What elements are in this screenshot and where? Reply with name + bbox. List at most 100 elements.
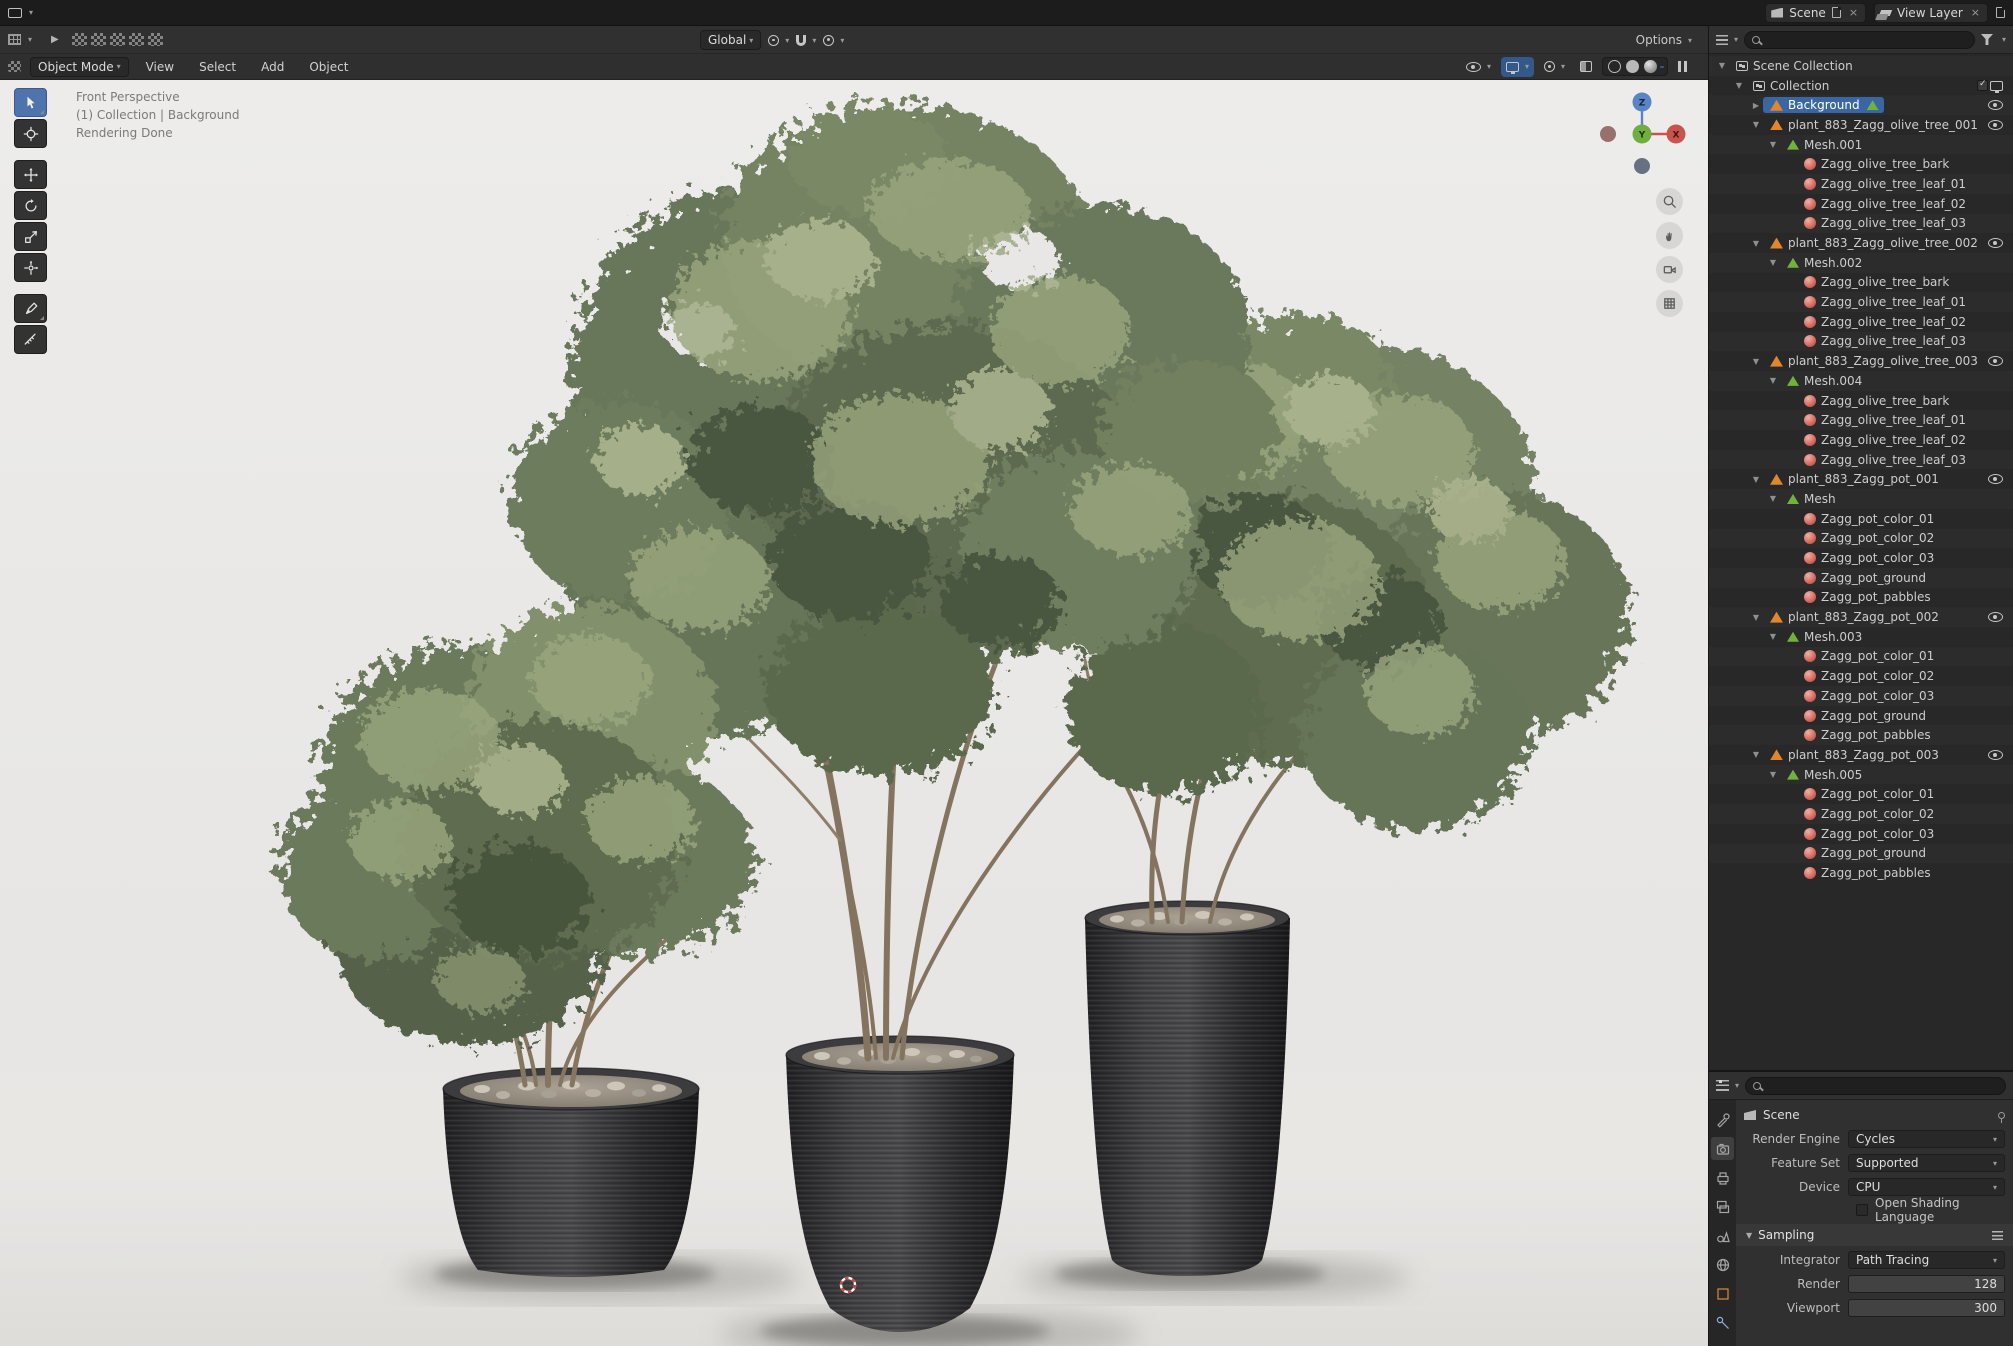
outliner-row[interactable]: Zagg_olive_tree_leaf_01 <box>1709 292 2013 312</box>
outliner-item[interactable]: Zagg_pot_pabbles <box>1797 727 1936 743</box>
outliner-item[interactable]: Zagg_pot_color_03 <box>1797 550 1939 566</box>
outliner-item[interactable]: Background <box>1763 97 1884 114</box>
feature-set-dropdown[interactable]: Supported ▾ <box>1848 1154 2005 1172</box>
outliner-item[interactable]: Zagg_pot_ground <box>1797 845 1931 861</box>
outliner-item[interactable]: Mesh.001 <box>1780 137 1867 153</box>
outliner-item[interactable]: Zagg_olive_tree_leaf_01 <box>1797 294 1971 310</box>
outliner-item[interactable]: Zagg_olive_tree_bark <box>1797 156 1954 172</box>
disclosure-right-icon[interactable]: ▶ <box>1749 101 1763 110</box>
eye-icon[interactable] <box>1988 119 2003 130</box>
tab-world[interactable] <box>1711 1253 1734 1276</box>
xray-toggle[interactable] <box>1575 57 1597 77</box>
outliner-item[interactable]: plant_883_Zagg_olive_tree_001 <box>1763 117 1983 133</box>
outliner-row[interactable]: Zagg_pot_color_02 <box>1709 666 2013 686</box>
disclosure-down-icon[interactable]: ▼ <box>1749 475 1763 484</box>
sampling-section-header[interactable]: ▼ Sampling <box>1736 1224 2013 1246</box>
outliner-row[interactable]: ▼ Mesh.002 <box>1709 253 2013 273</box>
outliner-item[interactable]: Zagg_pot_color_01 <box>1797 648 1939 664</box>
outliner-row[interactable]: Zagg_pot_color_02 <box>1709 804 2013 824</box>
eye-icon[interactable] <box>1988 356 2003 367</box>
outliner-row[interactable]: Zagg_olive_tree_leaf_02 <box>1709 194 2013 214</box>
render-engine-dropdown[interactable]: Cycles ▾ <box>1848 1130 2005 1148</box>
editor-type-menu[interactable]: ▾ <box>8 34 32 45</box>
outliner-row[interactable]: Zagg_olive_tree_leaf_01 <box>1709 410 2013 430</box>
tab-view-layer[interactable] <box>1711 1195 1734 1218</box>
eye-icon[interactable] <box>1988 238 2003 249</box>
outliner-item[interactable]: Zagg_pot_pabbles <box>1797 865 1936 881</box>
display-toggle-icon[interactable] <box>128 33 144 46</box>
unlink-scene-icon[interactable]: × <box>1847 6 1860 19</box>
properties-editor-menu[interactable]: ▾ <box>1716 1080 1739 1091</box>
disclosure-down-icon[interactable]: ▼ <box>1749 357 1763 366</box>
new-scene-icon[interactable] <box>1831 7 1841 18</box>
outliner-row[interactable]: ▼ plant_883_Zagg_olive_tree_001 <box>1709 115 2013 135</box>
outliner-row[interactable]: Zagg_pot_pabbles <box>1709 725 2013 745</box>
outliner-item[interactable]: Mesh <box>1780 491 1841 507</box>
outliner-item[interactable]: Zagg_olive_tree_leaf_03 <box>1797 452 1971 468</box>
disclosure-down-icon[interactable]: ▼ <box>1766 258 1780 267</box>
outliner-row[interactable]: Zagg_pot_color_01 <box>1709 784 2013 804</box>
tab-scene[interactable] <box>1711 1224 1734 1247</box>
disclosure-down-icon[interactable]: ▼ <box>1749 120 1763 129</box>
annotate-tool[interactable] <box>14 294 47 323</box>
outliner-row[interactable]: Zagg_olive_tree_leaf_02 <box>1709 312 2013 332</box>
menu-add[interactable]: Add <box>253 58 292 76</box>
outliner-row[interactable]: ▼ plant_883_Zagg_pot_003 <box>1709 745 2013 765</box>
outliner-item[interactable]: Zagg_pot_pabbles <box>1797 589 1936 605</box>
shading-wireframe-button[interactable] <box>1608 60 1621 73</box>
outliner-row[interactable]: ▼ plant_883_Zagg_pot_001 <box>1709 469 2013 489</box>
outliner-item[interactable]: Zagg_pot_ground <box>1797 708 1931 724</box>
outliner-row[interactable]: ▶ Background <box>1709 95 2013 115</box>
outliner-row[interactable]: ▼ plant_883_Zagg_olive_tree_002 <box>1709 233 2013 253</box>
proportional-editing-icon[interactable] <box>823 34 835 46</box>
mode-dropdown[interactable]: Object Mode ▾ <box>30 56 129 77</box>
pause-render-button[interactable] <box>1673 57 1692 77</box>
measure-tool[interactable] <box>14 325 47 354</box>
outliner-row[interactable]: Zagg_pot_color_03 <box>1709 686 2013 706</box>
move-tool[interactable] <box>14 160 47 189</box>
scene-selector[interactable]: Scene × <box>1765 2 1867 23</box>
outliner-item[interactable]: Zagg_pot_color_02 <box>1797 668 1939 684</box>
check-icon[interactable] <box>1977 79 1988 92</box>
shading-material-button[interactable] <box>1644 60 1657 73</box>
header-play-icon[interactable]: ▶ <box>51 34 59 45</box>
outliner-row[interactable]: ▼ Scene Collection <box>1709 56 2013 76</box>
menu-select[interactable]: Select <box>191 58 244 76</box>
tab-object[interactable] <box>1711 1282 1734 1305</box>
outliner-row[interactable]: Zagg_pot_pabbles <box>1709 588 2013 608</box>
outliner-editor-menu[interactable]: ▾ <box>1716 34 1738 45</box>
show-gizmo-dropdown[interactable]: ▾ <box>1461 57 1496 77</box>
outliner-row[interactable]: Zagg_pot_ground <box>1709 844 2013 864</box>
disclosure-down-icon[interactable]: ▼ <box>1766 494 1780 503</box>
outliner-row[interactable]: Zagg_pot_pabbles <box>1709 863 2013 883</box>
display-toggle-icon[interactable] <box>90 33 106 46</box>
outliner-item[interactable]: Mesh.005 <box>1780 767 1867 783</box>
tab-tool[interactable] <box>1711 1108 1734 1131</box>
filter-icon[interactable] <box>1980 34 1993 45</box>
outliner-item[interactable]: plant_883_Zagg_olive_tree_003 <box>1763 353 1983 369</box>
outliner-row[interactable]: ▼ Mesh.005 <box>1709 765 2013 785</box>
snap-controls[interactable]: ▾ <box>796 34 816 46</box>
outliner-row[interactable]: Zagg_pot_color_03 <box>1709 824 2013 844</box>
transform-tool[interactable] <box>14 253 47 282</box>
outliner-row[interactable]: ▼ Mesh.003 <box>1709 627 2013 647</box>
eye-icon[interactable] <box>1988 100 2003 111</box>
outliner-item[interactable]: Zagg_olive_tree_leaf_01 <box>1797 176 1971 192</box>
eye-icon[interactable] <box>1988 749 2003 760</box>
eye-icon[interactable] <box>1988 612 2003 623</box>
outliner-item[interactable]: Zagg_olive_tree_leaf_02 <box>1797 314 1971 330</box>
pin-icon[interactable] <box>1998 1111 2005 1123</box>
outliner-row[interactable]: Zagg_olive_tree_leaf_03 <box>1709 450 2013 470</box>
disclosure-down-icon[interactable]: ▼ <box>1766 770 1780 779</box>
panel-menu-icon[interactable] <box>1992 1230 2003 1240</box>
outliner-search-input[interactable] <box>1744 30 1975 49</box>
eye-icon[interactable] <box>1988 474 2003 485</box>
shading-solid-button[interactable] <box>1626 60 1639 73</box>
navigation-gizmo[interactable]: Z X Y <box>1596 88 1688 183</box>
properties-search-input[interactable] <box>1745 1076 2006 1095</box>
outliner-item[interactable]: Mesh.004 <box>1780 373 1867 389</box>
outliner-item[interactable]: Zagg_olive_tree_leaf_03 <box>1797 215 1971 231</box>
pan-button[interactable] <box>1656 222 1683 249</box>
outliner-row[interactable]: Zagg_pot_color_02 <box>1709 529 2013 549</box>
new-view-layer-icon[interactable] <box>1996 7 2005 18</box>
